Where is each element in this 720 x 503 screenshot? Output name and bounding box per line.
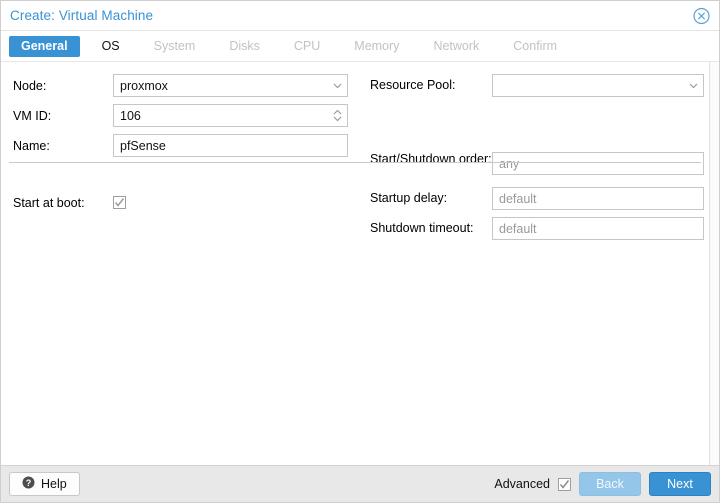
next-button[interactable]: Next: [649, 472, 711, 496]
form-column-left: Node: proxmox VM ID: 106 Name: pfSense S…: [1, 62, 360, 247]
svg-text:?: ?: [26, 478, 32, 488]
field-row-start-at-boot: Start at boot:: [13, 191, 348, 214]
resource-pool-select[interactable]: [492, 74, 704, 97]
dialog-title: Create: Virtual Machine: [10, 8, 154, 23]
field-row-resource-pool: Resource Pool:: [370, 74, 704, 97]
chevron-down-icon: [332, 80, 343, 91]
tab-memory: Memory: [354, 38, 400, 53]
start-at-boot-label: Start at boot:: [13, 195, 85, 210]
section-divider: [9, 162, 701, 163]
footer-actions: Advanced Back Next: [494, 472, 711, 496]
startup-delay-input[interactable]: default: [492, 187, 704, 210]
form-column-right: Resource Pool: Start/Shutdown order: any: [360, 62, 709, 247]
vmid-label: VM ID:: [13, 108, 52, 123]
name-value: pfSense: [120, 138, 166, 153]
shutdown-timeout-input[interactable]: default: [492, 217, 704, 240]
dialog-footer: ? Help Advanced Back Next: [1, 465, 719, 502]
start-shutdown-order-label: Start/Shutdown order:: [370, 152, 492, 166]
field-row-name: Name: pfSense: [13, 134, 348, 157]
node-label: Node:: [13, 78, 47, 93]
dialog-titlebar: Create: Virtual Machine: [1, 1, 719, 31]
form-columns: Node: proxmox VM ID: 106 Name: pfSense S…: [1, 62, 709, 247]
help-button-label: Help: [41, 477, 67, 491]
field-row-shutdown-timeout: Shutdown timeout: default: [370, 217, 704, 240]
close-circle-icon[interactable]: [693, 7, 710, 24]
start-shutdown-order-input[interactable]: any: [492, 152, 704, 175]
field-row-node: Node: proxmox: [13, 74, 348, 97]
node-value: proxmox: [120, 78, 168, 93]
vmid-stepper[interactable]: 106: [113, 104, 348, 127]
advanced-label: Advanced: [494, 477, 550, 491]
tab-disks: Disks: [229, 38, 260, 53]
start-shutdown-order-placeholder: any: [499, 156, 520, 171]
name-label: Name:: [13, 138, 50, 153]
node-select[interactable]: proxmox: [113, 74, 348, 97]
name-input[interactable]: pfSense: [113, 134, 348, 157]
help-button[interactable]: ? Help: [9, 472, 80, 496]
spinner-updown-icon[interactable]: [332, 108, 343, 123]
tab-general[interactable]: General: [9, 35, 80, 57]
tab-os[interactable]: OS: [90, 36, 132, 57]
vmid-value: 106: [120, 108, 141, 123]
tab-network: Network: [433, 38, 480, 53]
create-vm-dialog: Create: Virtual Machine General OS Syste…: [0, 0, 720, 503]
resource-pool-label: Resource Pool:: [370, 78, 456, 92]
advanced-checkbox[interactable]: [558, 477, 571, 491]
field-row-vmid: VM ID: 106: [13, 104, 348, 127]
question-circle-icon: ?: [22, 476, 35, 492]
shutdown-timeout-placeholder: default: [499, 221, 537, 236]
general-tab-panel: Node: proxmox VM ID: 106 Name: pfSense S…: [1, 62, 719, 465]
tab-confirm: Confirm: [513, 38, 558, 53]
field-row-startup-delay: Startup delay: default: [370, 187, 704, 210]
chevron-down-icon: [688, 80, 699, 91]
wizard-tabs: General OS System Disks CPU Memory Netwo…: [1, 31, 719, 62]
content-scrollbar[interactable]: [709, 62, 719, 465]
startup-delay-label: Startup delay:: [370, 191, 448, 205]
shutdown-timeout-label: Shutdown timeout:: [370, 221, 474, 235]
field-row-start-shutdown-order: Start/Shutdown order: any: [370, 152, 704, 175]
tab-system: System: [153, 38, 196, 53]
start-at-boot-checkbox[interactable]: [113, 196, 126, 209]
back-button: Back: [579, 472, 641, 496]
startup-delay-placeholder: default: [499, 191, 537, 206]
tab-cpu: CPU: [293, 38, 321, 53]
